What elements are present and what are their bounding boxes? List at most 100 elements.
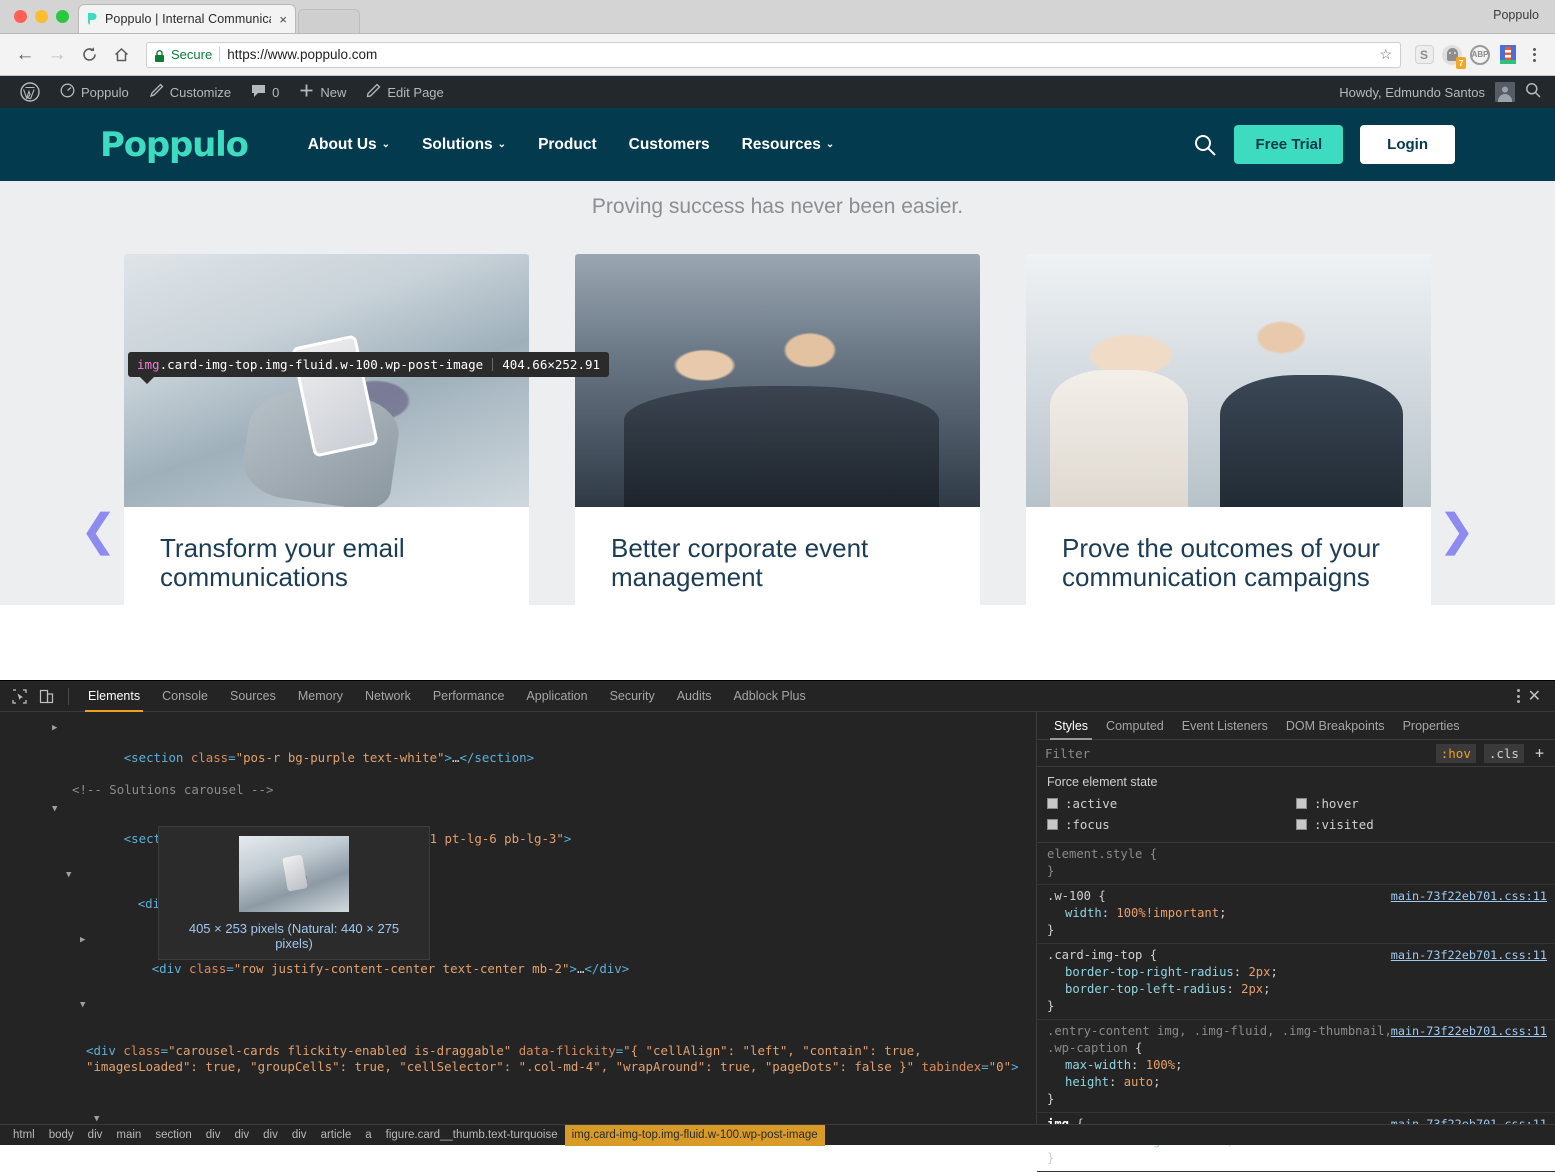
element-classes-toggle[interactable]: .cls [1484, 744, 1524, 763]
nav-item-product[interactable]: Product [538, 136, 597, 154]
carousel-card[interactable]: Better corporate event management Easily… [575, 254, 980, 605]
s-extension-icon[interactable]: S [1411, 42, 1437, 68]
tab-sources[interactable]: Sources [219, 681, 287, 712]
new-style-rule-button[interactable]: + [1532, 744, 1547, 762]
dom-line[interactable]: ▶ <div class="row justify-content-center… [0, 929, 1036, 994]
adblock-plus-extension-icon[interactable]: ABP [1467, 42, 1493, 68]
free-trial-button[interactable]: Free Trial [1234, 125, 1343, 164]
tab-audits[interactable]: Audits [666, 681, 723, 712]
style-prop-value[interactable]: 100% [1146, 1058, 1175, 1072]
bookmark-star-icon[interactable]: ☆ [1379, 46, 1392, 63]
carousel-card[interactable]: Transform your email communications Deve… [124, 254, 529, 605]
force-hover-toggle[interactable]: :hov [1436, 744, 1476, 763]
style-prop-name[interactable]: max-width [1047, 1058, 1131, 1072]
style-prop-value[interactable]: 100%!important [1116, 906, 1219, 920]
close-tab-button[interactable]: × [277, 13, 289, 26]
checkbox[interactable] [1296, 798, 1307, 809]
close-window-button[interactable] [14, 10, 27, 23]
admin-bar-item-comments[interactable]: 0 [241, 76, 289, 108]
dom-tree-pane[interactable]: ▶ <section class="pos-r bg-purple text-w… [0, 712, 1036, 1126]
close-icon[interactable]: ✕ [1524, 686, 1545, 706]
breadcrumb-html[interactable]: html [6, 1125, 42, 1146]
search-icon[interactable] [1525, 82, 1541, 102]
style-prop-name[interactable]: height [1047, 1075, 1109, 1089]
style-prop-name[interactable]: width [1047, 906, 1102, 920]
style-rule-selector[interactable]: .card-img-top [1047, 948, 1142, 962]
avatar[interactable] [1495, 82, 1515, 102]
breadcrumb-a[interactable]: a [358, 1125, 378, 1146]
inspect-element-icon[interactable] [6, 683, 33, 709]
login-button[interactable]: Login [1360, 125, 1455, 164]
home-button[interactable] [106, 40, 136, 70]
style-rule-selector[interactable]: element.style [1047, 847, 1142, 861]
breadcrumb-div[interactable]: div [285, 1125, 314, 1146]
force-state-active[interactable]: :active [1047, 796, 1296, 811]
dom-line[interactable]: <!-- Solutions carousel --> [0, 782, 1036, 798]
tab-styles[interactable]: Styles [1045, 712, 1097, 740]
background-tab[interactable] [298, 9, 360, 33]
breadcrumb-article[interactable]: article [314, 1125, 359, 1146]
nav-item-resources[interactable]: Resources ⌄ [742, 136, 835, 154]
breadcrumb-div[interactable]: div [227, 1125, 256, 1146]
tab-properties[interactable]: Properties [1394, 712, 1469, 740]
url-text[interactable]: https://www.poppulo.com [227, 47, 377, 62]
tab-computed[interactable]: Computed [1097, 712, 1173, 740]
forward-button[interactable]: → [42, 40, 72, 70]
tab-application[interactable]: Application [515, 681, 598, 712]
style-rule[interactable]: main-73f22eb701.css:11 .card-img-top { b… [1037, 944, 1555, 1020]
tab-network[interactable]: Network [354, 681, 422, 712]
admin-bar-item-site-name[interactable]: Poppulo [50, 76, 139, 108]
maximize-window-button[interactable] [56, 10, 69, 23]
admin-bar-item-edit-page[interactable]: Edit Page [356, 76, 453, 108]
carousel-next-button[interactable]: ❯ [1438, 509, 1475, 553]
dom-line[interactable]: ▶ <section class="pos-r bg-purple text-w… [0, 717, 1036, 782]
style-rule-source[interactable]: main-73f22eb701.css:11 [1391, 1023, 1547, 1040]
style-rule-source[interactable]: main-73f22eb701.css:11 [1391, 888, 1547, 905]
force-state-hover[interactable]: :hover [1296, 796, 1545, 811]
tab-performance[interactable]: Performance [422, 681, 516, 712]
more-options-icon[interactable] [1517, 689, 1520, 703]
breadcrumb-section[interactable]: section [148, 1125, 198, 1146]
carousel-card[interactable]: Prove the outcomes of your communication… [1026, 254, 1431, 605]
style-rule[interactable]: main-73f22eb701.css:11 .w-100 { width: 1… [1037, 885, 1555, 944]
carousel-prev-button[interactable]: ❮ [80, 509, 117, 553]
browser-tab[interactable]: Poppulo | Internal Communicat × [78, 4, 296, 33]
tab-console[interactable]: Console [151, 681, 219, 712]
style-prop-value[interactable]: 2px [1248, 965, 1270, 979]
breadcrumb-figure[interactable]: figure.card__thumb.text-turquoise [379, 1125, 565, 1146]
breadcrumb-body[interactable]: body [42, 1125, 81, 1146]
breadcrumb-div[interactable]: div [256, 1125, 285, 1146]
force-state-visited[interactable]: :visited [1296, 817, 1545, 832]
admin-bar-item-new[interactable]: New [289, 76, 356, 108]
checkbox[interactable] [1047, 819, 1058, 830]
style-prop-name[interactable]: border-top-right-radius [1047, 965, 1234, 979]
poppulo-logo[interactable]: Poppulo [100, 125, 248, 165]
minimize-window-button[interactable] [35, 10, 48, 23]
nav-item-customers[interactable]: Customers [629, 136, 710, 154]
tab-event-listeners[interactable]: Event Listeners [1173, 712, 1277, 740]
dom-line[interactable]: ▼ <section class="bg-gray-lightest pt-4 … [0, 798, 1036, 863]
breadcrumb-div[interactable]: div [199, 1125, 228, 1146]
style-rule[interactable]: element.style { } [1037, 843, 1555, 885]
checkbox[interactable] [1296, 819, 1307, 830]
breadcrumb-div[interactable]: div [81, 1125, 110, 1146]
tab-dom-breakpoints[interactable]: DOM Breakpoints [1277, 712, 1394, 740]
nav-item-about-us[interactable]: About Us ⌄ [308, 136, 390, 154]
style-prop-value[interactable]: auto [1124, 1075, 1153, 1089]
breadcrumb-img-selected[interactable]: img.card-img-top.img-fluid.w-100.wp-post… [565, 1125, 825, 1146]
style-prop-name[interactable]: border-top-left-radius [1047, 982, 1226, 996]
wordpress-logo-icon[interactable] [10, 76, 50, 108]
lighthouse-extension-icon[interactable] [1495, 42, 1521, 68]
styles-filter-input[interactable] [1045, 746, 1428, 761]
tab-elements[interactable]: Elements [77, 681, 151, 712]
howdy-greeting[interactable]: Howdy, Edmundo Santos [1339, 85, 1485, 100]
omnibox[interactable]: Secure https://www.poppulo.com ☆ [146, 42, 1401, 68]
tab-adblock-plus[interactable]: Adblock Plus [722, 681, 816, 712]
style-rule-selector[interactable]: .w-100 [1047, 889, 1091, 903]
chrome-menu-icon[interactable] [1523, 48, 1545, 62]
reload-button[interactable] [74, 40, 104, 70]
style-prop-value[interactable]: 2px [1241, 982, 1263, 996]
style-rule[interactable]: main-73f22eb701.css:11 .entry-content im… [1037, 1020, 1555, 1113]
ghostery-extension-icon[interactable]: 7 [1439, 42, 1465, 68]
back-button[interactable]: ← [10, 40, 40, 70]
